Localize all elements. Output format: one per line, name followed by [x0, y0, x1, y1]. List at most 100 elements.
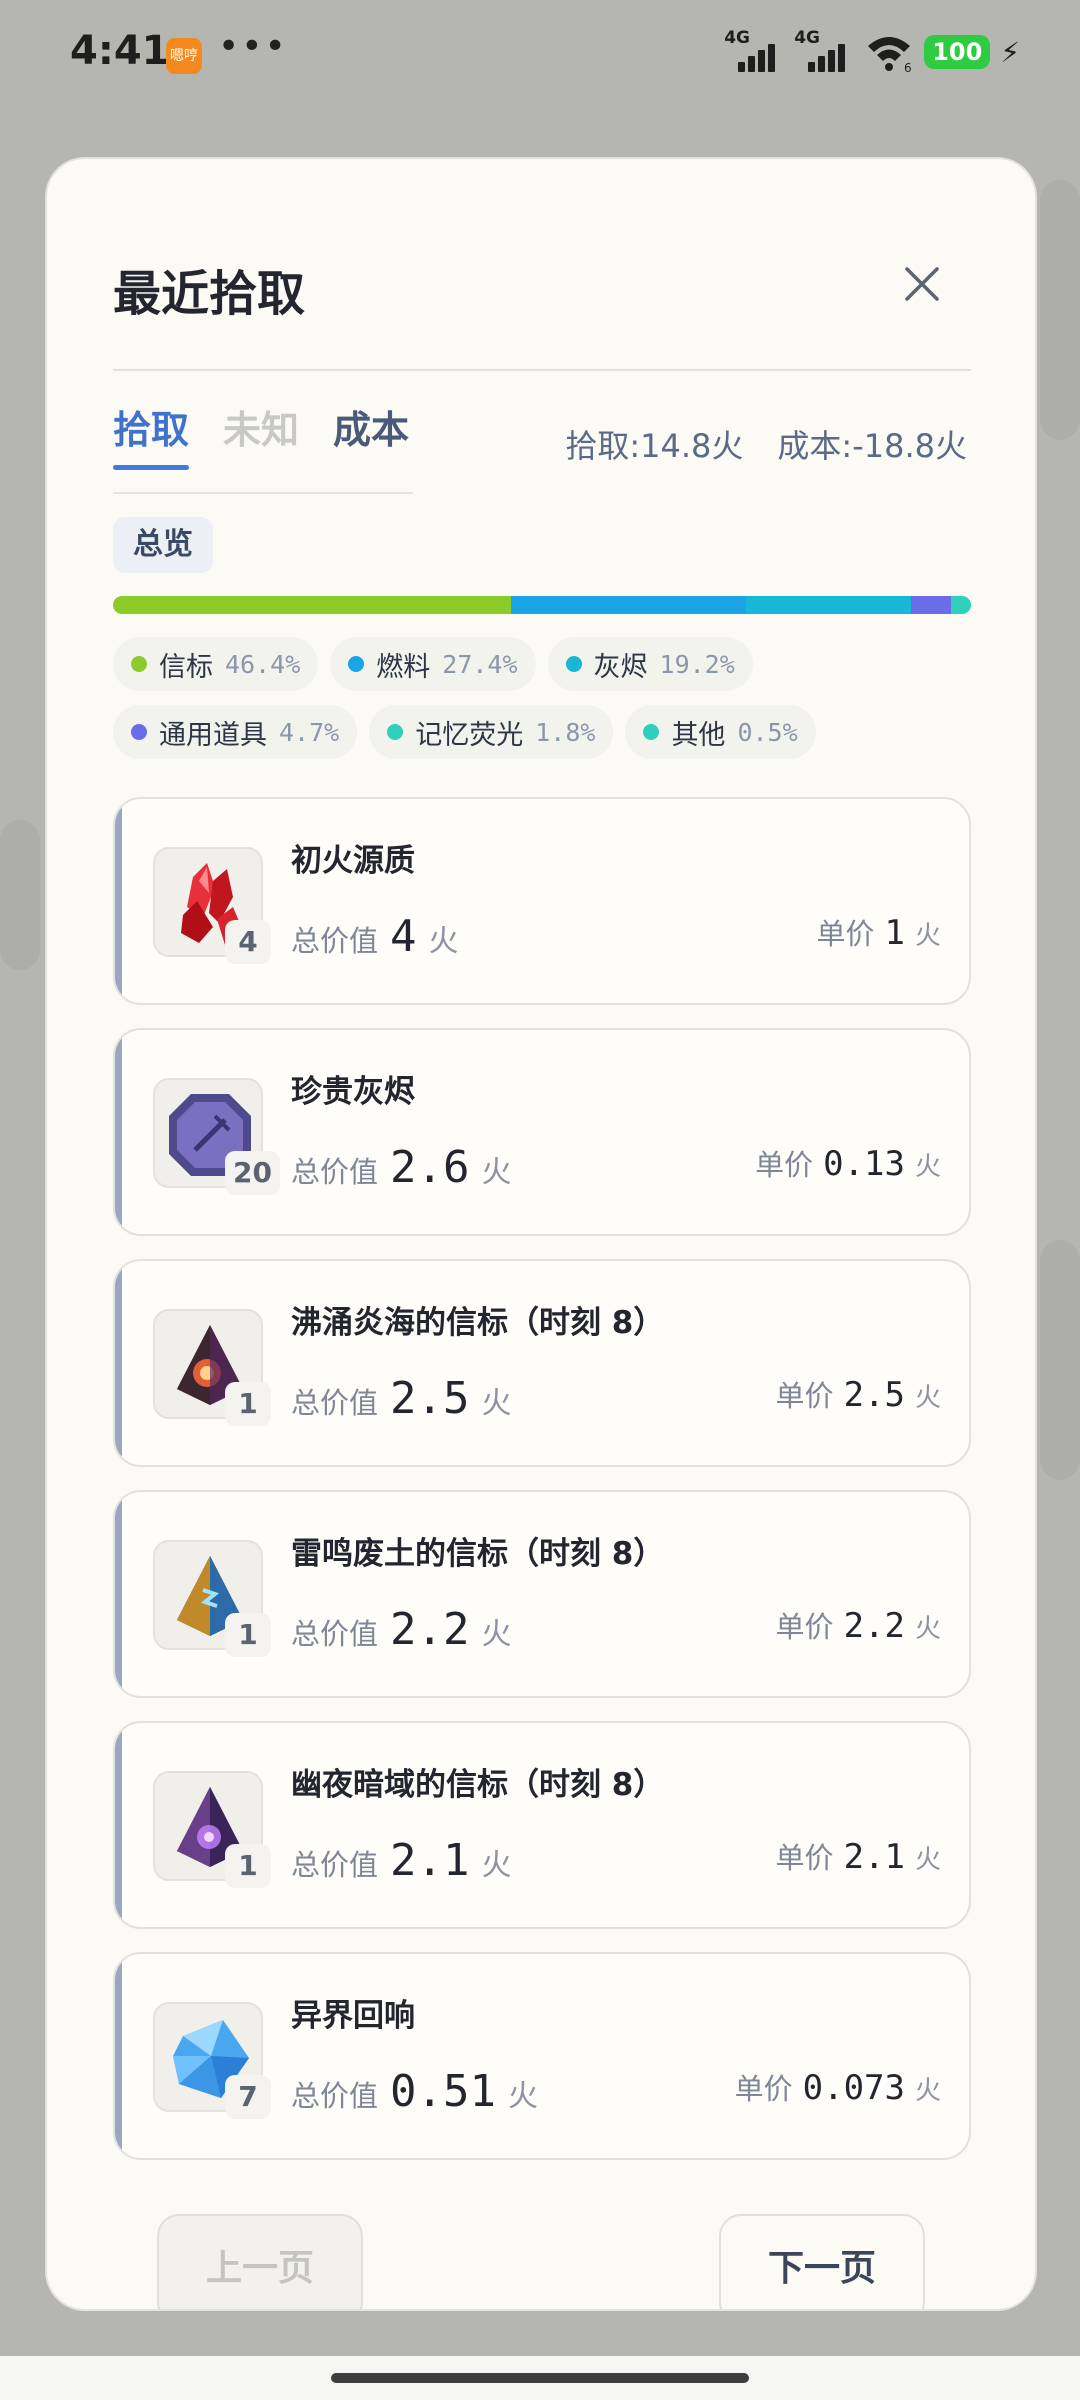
unit-price-number: 0.13 — [823, 1144, 905, 1184]
cost-total: 成本:-18.8火 — [777, 427, 967, 465]
total-value-label: 总价值 — [291, 1848, 379, 1882]
item-unit-price: 单价 2.1 火 — [776, 1835, 941, 1877]
total-value-label: 总价值 — [291, 1617, 379, 1651]
item-unit-price: 单价 0.073 火 — [735, 2066, 941, 2108]
pickup-item-list: 4 初火源质 总价值 4 火单价 1 火 20 珍贵灰烬 总价值 2.6 火单价 0.13 火 1 沸涌炎海的… — [113, 797, 971, 2183]
legend-item[interactable]: 其他 0.5% — [625, 705, 816, 759]
unit-price-unit: 火 — [914, 1383, 941, 1413]
home-indicator[interactable] — [331, 2373, 749, 2383]
legend-dot-icon — [565, 656, 582, 672]
unit-price-label: 单价 — [775, 1379, 834, 1413]
total-value-number: 0.51 — [390, 2066, 496, 2117]
unit-price-unit: 火 — [914, 1152, 941, 1182]
next-page-button[interactable]: 下一页 — [719, 2214, 925, 2309]
item-unit-price: 单价 2.2 火 — [776, 1604, 941, 1646]
legend-percent: 19.2% — [659, 649, 735, 679]
unit-price-number: 2.1 — [843, 1837, 905, 1877]
total-value-label: 总价值 — [291, 1386, 379, 1420]
tab-divider — [113, 492, 413, 494]
card-accent — [115, 1492, 122, 1696]
total-value-unit: 火 — [507, 2079, 538, 2114]
total-value-number: 4 — [390, 911, 417, 962]
item-name: 幽夜暗域的信标（时刻 8） — [291, 1767, 665, 1803]
wifi-icon: 6 — [864, 30, 914, 75]
legend-label: 燃料 — [376, 651, 431, 683]
total-value-number: 2.1 — [390, 1835, 470, 1886]
total-value-unit: 火 — [481, 1617, 512, 1652]
unit-price-unit: 火 — [914, 2076, 941, 2106]
prev-page-button[interactable]: 上一页 — [157, 2214, 363, 2309]
card-accent — [115, 1954, 122, 2158]
card-accent — [115, 1030, 122, 1234]
legend-label: 通用道具 — [159, 719, 267, 751]
unit-price-label: 单价 — [816, 917, 875, 951]
legend-item[interactable]: 灰烬 19.2% — [547, 637, 753, 691]
legend-item[interactable]: 信标 46.4% — [113, 637, 319, 691]
total-value-label: 总价值 — [291, 924, 379, 958]
unit-price-label: 单价 — [734, 2072, 793, 2106]
card-accent — [115, 1261, 122, 1465]
breakdown-segment — [746, 596, 911, 614]
legend-item[interactable]: 记忆荧光 1.8% — [369, 705, 614, 759]
cellular-signal-icon: 4G — [724, 28, 784, 74]
item-unit-price: 单价 2.5 火 — [776, 1373, 941, 1415]
pickup-item-card[interactable]: 20 珍贵灰烬 总价值 2.6 火 单价 0.13 火 — [113, 1028, 971, 1236]
item-quantity-badge: 4 — [225, 920, 271, 964]
legend-label: 记忆荧光 — [415, 719, 524, 751]
item-total-value: 总价值 0.51 火 — [291, 2066, 538, 2117]
status-bar: 4:41 嗯哼 ••• 4G 4G 6 100 ⚡ — [0, 0, 1080, 110]
item-name: 珍贵灰烬 — [291, 1074, 415, 1110]
total-value-unit: 火 — [481, 1386, 512, 1421]
item-name: 雷鸣废土的信标（时刻 8） — [291, 1536, 665, 1572]
status-time: 4:41 — [70, 28, 170, 74]
tab-pickup[interactable]: 拾取 — [113, 399, 190, 489]
close-button[interactable] — [887, 249, 957, 319]
tab-unknown[interactable]: 未知 — [223, 399, 299, 489]
charging-icon: ⚡ — [1000, 35, 1020, 69]
tab-cost[interactable]: 成本 — [333, 399, 409, 489]
total-value-label: 总价值 — [291, 1155, 379, 1189]
total-value-number: 2.2 — [390, 1604, 470, 1655]
unit-price-number: 2.5 — [843, 1375, 905, 1415]
dialog-title: 最近拾取 — [113, 266, 306, 322]
total-value-unit: 火 — [428, 924, 459, 959]
total-value-number: 2.6 — [390, 1142, 470, 1193]
card-accent — [115, 799, 122, 1003]
svg-text:6: 6 — [904, 61, 912, 74]
item-total-value: 总价值 2.5 火 — [291, 1373, 512, 1424]
item-name: 异界回响 — [291, 1998, 415, 2034]
total-value-number: 2.5 — [390, 1373, 470, 1424]
item-unit-price: 单价 0.13 火 — [755, 1142, 941, 1184]
legend-label: 其他 — [671, 719, 726, 751]
item-quantity-badge: 1 — [225, 1382, 271, 1426]
legend-dot-icon — [131, 724, 147, 740]
total-value-unit: 火 — [481, 1848, 512, 1883]
legend-item[interactable]: 通用道具 4.7% — [113, 705, 358, 759]
legend-percent: 4.7% — [279, 717, 340, 747]
unit-price-unit: 火 — [914, 921, 941, 951]
pickup-item-card[interactable]: 7 异界回响 总价值 0.51 火 单价 0.073 火 — [113, 1952, 971, 2160]
battery-indicator: 100 — [924, 35, 991, 69]
divider — [113, 369, 971, 371]
pickup-item-card[interactable]: 4 初火源质 总价值 4 火单价 1 火 — [113, 797, 971, 1005]
cellular-signal-icon-2: 4G — [794, 28, 854, 74]
pagination: 上一页 下一页 — [47, 2214, 1035, 2309]
item-quantity-badge: 1 — [225, 1844, 271, 1888]
item-unit-price: 单价 1 火 — [816, 911, 941, 953]
legend-label: 灰烬 — [593, 651, 648, 683]
unit-price-label: 单价 — [775, 1841, 834, 1875]
legend-percent: 1.8% — [535, 717, 596, 747]
pickup-item-card[interactable]: 1 幽夜暗域的信标（时刻 8） 总价值 2.1 火 单价 2.1 火 — [113, 1721, 971, 1929]
pickup-item-card[interactable]: 1 沸涌炎海的信标（时刻 8） 总价值 2.5 火 单价 2.5 火 — [113, 1259, 971, 1467]
legend-percent: 46.4% — [225, 649, 301, 679]
item-name: 沸涌炎海的信标（时刻 8） — [291, 1305, 665, 1341]
pickup-item-card[interactable]: 1 雷鸣废土的信标（时刻 8） 总价值 2.2 火 单价 2.2 火 — [113, 1490, 971, 1698]
unit-price-unit: 火 — [914, 1845, 941, 1875]
more-notifications-icon: ••• — [218, 26, 288, 67]
legend-item[interactable]: 燃料 27.4% — [330, 637, 536, 691]
overview-chip[interactable]: 总览 — [113, 517, 213, 573]
tab-bar: 拾取 未知 成本 — [113, 399, 409, 489]
breakdown-segment — [511, 596, 747, 614]
totals-summary: 拾取:14.8火 成本:-18.8火 — [565, 421, 967, 467]
close-icon — [905, 267, 939, 301]
